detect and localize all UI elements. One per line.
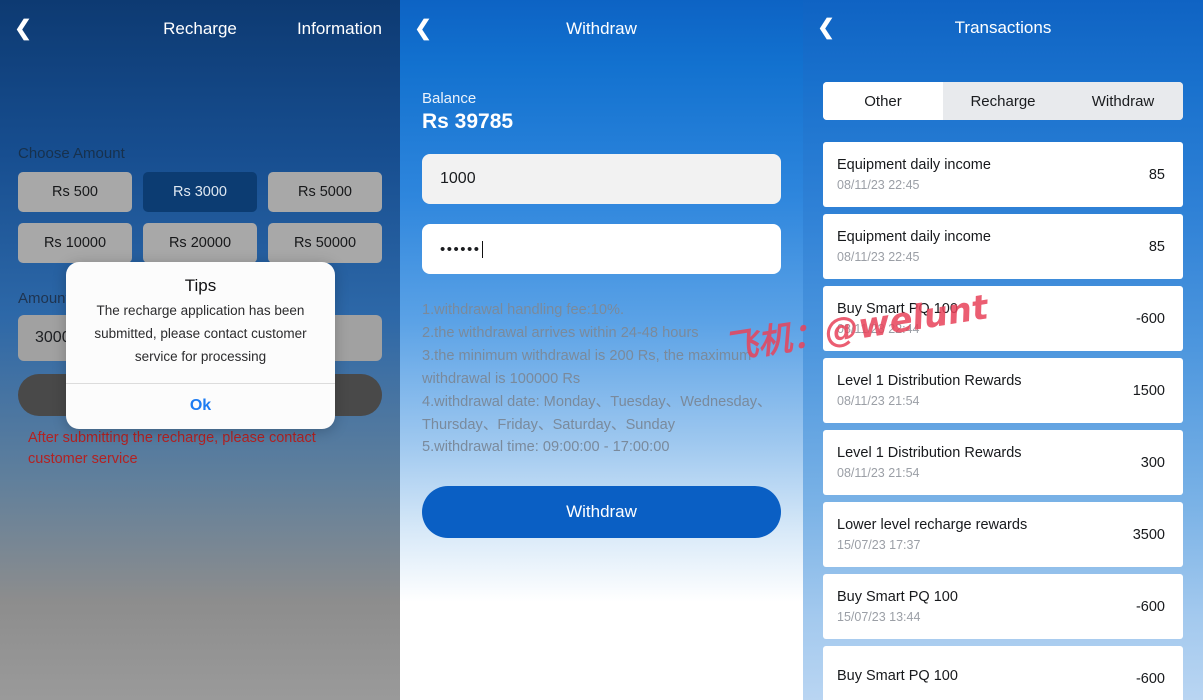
table-row[interactable]: Equipment daily income 08/11/23 22:45 85 [823, 214, 1183, 279]
transaction-date: 15/07/23 13:44 [837, 610, 921, 624]
tab-other[interactable]: Other [823, 82, 943, 120]
transaction-date: 08/11/23 22:45 [837, 250, 920, 264]
transaction-title: Level 1 Distribution Rewards [837, 373, 1022, 389]
transaction-date: 08/11/23 22:45 [837, 178, 920, 192]
transaction-date: 08/11/23 21:54 [837, 394, 920, 408]
amount-option-3000[interactable]: Rs 3000 [143, 172, 257, 212]
page-title: Transactions [954, 17, 1052, 37]
transaction-title: Equipment daily income [837, 229, 991, 245]
amount-option-500[interactable]: Rs 500 [18, 172, 132, 212]
transaction-amount: -600 [1135, 670, 1165, 687]
transaction-title: Level 1 Distribution Rewards [837, 445, 1022, 461]
tab-withdraw[interactable]: Withdraw [1063, 82, 1183, 120]
transaction-title: Buy Smart PQ 100 [837, 668, 958, 684]
amount-options-grid: Rs 500 Rs 3000 Rs 5000 Rs 10000 Rs 20000… [0, 162, 400, 263]
transaction-amount: 85 [1148, 166, 1165, 183]
text-caret [481, 240, 483, 258]
amount-option-10000[interactable]: Rs 10000 [18, 223, 132, 263]
page-title: Withdraw [566, 18, 637, 38]
transactions-header: ❮ Transactions [803, 0, 1203, 55]
withdraw-submit-button[interactable]: Withdraw [422, 486, 781, 539]
three-panel-screenshot: ❮ Recharge Information Choose Amount Rs … [0, 0, 1203, 700]
amount-option-5000[interactable]: Rs 5000 [268, 172, 382, 212]
withdraw-panel: ❮ Withdraw Balance Rs 39785 1000 •••••• … [400, 0, 803, 700]
transaction-date: 08/11/23 22:44 [837, 322, 920, 336]
transaction-title: Equipment daily income [837, 157, 991, 173]
withdraw-header: ❮ Withdraw [400, 0, 803, 57]
amount-option-20000[interactable]: Rs 20000 [143, 223, 257, 263]
recharge-header: ❮ Recharge Information [0, 0, 400, 57]
balance-value: Rs 39785 [422, 110, 514, 133]
amount-option-50000[interactable]: Rs 50000 [268, 223, 382, 263]
balance-label: Balance [422, 90, 477, 107]
transaction-title: Lower level recharge rewards [837, 517, 1028, 533]
withdrawal-rules-text: 1.withdrawal handling fee:10%. 2.the wit… [422, 302, 772, 456]
transaction-amount: -600 [1135, 598, 1165, 615]
choose-amount-label: Choose Amount [18, 145, 125, 162]
dialog-message: The recharge application has been submit… [94, 303, 307, 365]
withdraw-amount-input[interactable]: 1000 [422, 154, 781, 204]
transactions-panel: ❮ Transactions Other Recharge Withdraw E… [803, 0, 1203, 700]
recharge-warning-text: After submitting the recharge, please co… [28, 430, 316, 467]
table-row[interactable]: Lower level recharge rewards 15/07/23 17… [823, 502, 1183, 567]
transaction-date: 15/07/23 17:37 [837, 538, 921, 552]
tab-recharge[interactable]: Recharge [943, 82, 1063, 120]
table-row[interactable]: Level 1 Distribution Rewards 08/11/23 21… [823, 358, 1183, 423]
transaction-amount: -600 [1135, 310, 1165, 327]
dialog-title: Tips [184, 276, 217, 295]
password-masked-value: •••••• [440, 240, 481, 258]
table-row[interactable]: Equipment daily income 08/11/23 22:45 85 [823, 142, 1183, 207]
transaction-amount: 3500 [1132, 526, 1165, 543]
table-row[interactable]: Buy Smart PQ 100 -600 [823, 646, 1183, 700]
transaction-amount: 300 [1140, 454, 1165, 471]
transaction-title: Buy Smart PQ 100 [837, 301, 958, 317]
recharge-panel: ❮ Recharge Information Choose Amount Rs … [0, 0, 400, 700]
tips-dialog: Tips The recharge application has been s… [66, 262, 335, 429]
transaction-title: Buy Smart PQ 100 [837, 589, 958, 605]
transactions-tabbar: Other Recharge Withdraw [823, 82, 1183, 120]
transaction-amount: 85 [1148, 238, 1165, 255]
dialog-ok-button[interactable]: Ok [66, 384, 335, 429]
transaction-list: Equipment daily income 08/11/23 22:45 85… [823, 142, 1183, 700]
table-row[interactable]: Buy Smart PQ 100 08/11/23 22:44 -600 [823, 286, 1183, 351]
withdraw-password-input[interactable]: •••••• [422, 224, 781, 274]
information-link[interactable]: Information [297, 19, 382, 39]
table-row[interactable]: Buy Smart PQ 100 15/07/23 13:44 -600 [823, 574, 1183, 639]
transaction-amount: 1500 [1132, 382, 1165, 399]
transaction-date: 08/11/23 21:54 [837, 466, 920, 480]
table-row[interactable]: Level 1 Distribution Rewards 08/11/23 21… [823, 430, 1183, 495]
